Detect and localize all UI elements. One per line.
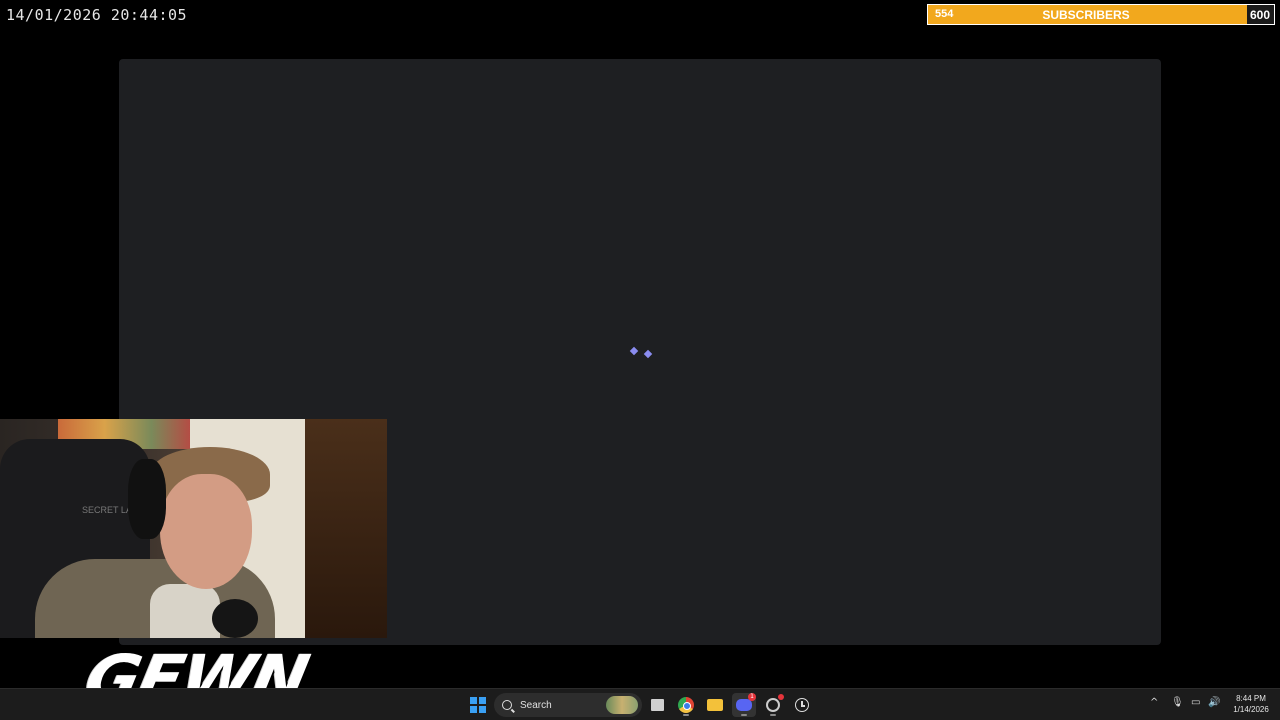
- tray-clock[interactable]: 8:44 PM 1/14/2026: [1226, 693, 1276, 715]
- streamer-shirt: [150, 584, 220, 638]
- search-icon: [502, 700, 512, 710]
- webcam-feed: SECRET LAB: [0, 419, 387, 638]
- taskbar-search[interactable]: Search: [494, 693, 642, 717]
- tray-chevron-icon[interactable]: ^: [1150, 697, 1158, 708]
- webcam-background-door: [305, 419, 387, 638]
- tray-time: 8:44 PM: [1236, 694, 1266, 703]
- microphone: [212, 599, 258, 638]
- windows-start-icon[interactable]: [466, 693, 490, 717]
- subscriber-goal-bar: 554 SUBSCRIBERS 600: [927, 4, 1275, 25]
- network-icon[interactable]: ▭: [1191, 697, 1200, 708]
- discord-notification-badge: 1: [748, 693, 756, 701]
- search-highlight-image: [606, 696, 638, 714]
- folder-icon[interactable]: [703, 693, 727, 717]
- volume-icon[interactable]: 🔊: [1208, 697, 1220, 708]
- microphone-icon[interactable]: 🎙: [1171, 697, 1184, 708]
- spinner-dot: [643, 349, 653, 359]
- app-icon[interactable]: [761, 693, 785, 717]
- search-label: Search: [520, 699, 552, 711]
- subscriber-goal-label: SUBSCRIBERS: [1042, 8, 1130, 22]
- headset: [128, 459, 166, 539]
- stream-datetime: 14/01/2026 20:44:05: [6, 6, 188, 24]
- taskbar: Search 1 ^ 🎙 ▭ 🔊 8:44 PM 1/14/2026: [0, 688, 1280, 720]
- streamer-face: [160, 474, 252, 589]
- loading-spinner: [629, 346, 653, 359]
- chrome-icon[interactable]: [674, 693, 698, 717]
- clock-icon[interactable]: [790, 693, 814, 717]
- tray-date: 1/14/2026: [1233, 705, 1269, 714]
- discord-icon[interactable]: 1: [732, 693, 756, 717]
- spinner-dot: [629, 346, 639, 356]
- subscriber-goal-target: 600: [1249, 8, 1270, 22]
- file-explorer-icon[interactable]: [645, 693, 669, 717]
